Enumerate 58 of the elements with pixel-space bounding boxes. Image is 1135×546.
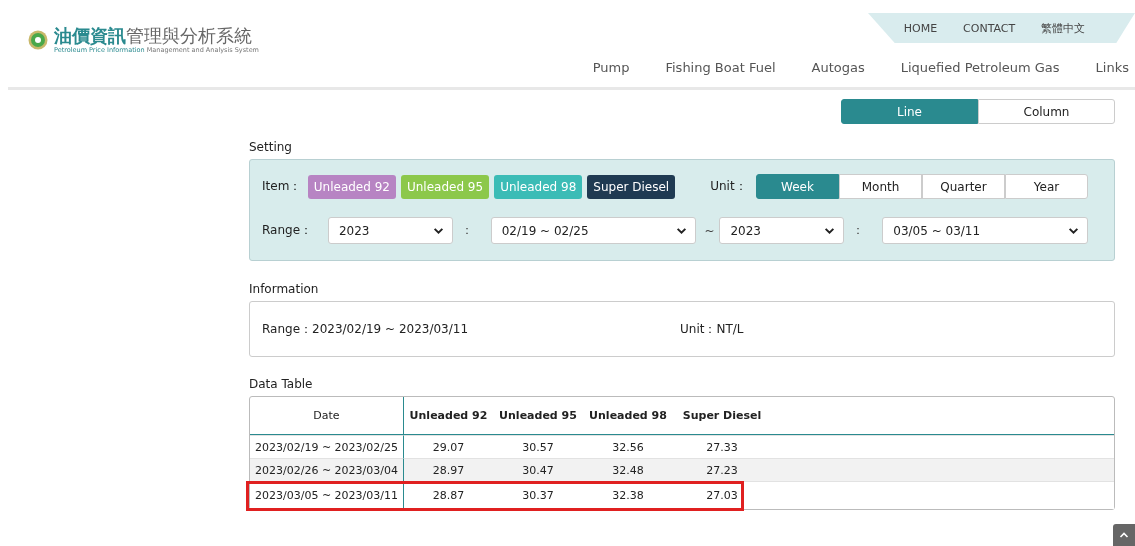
nav-link[interactable]: Liquefied Petroleum Gas [900,60,1060,75]
caret-up-icon [1119,531,1129,539]
unit-tab[interactable]: Week [756,174,839,199]
week-select[interactable]: 03/05 ~ 03/11 [882,217,1088,244]
table-cell: 28.87 [404,481,493,509]
year-select[interactable]: 2023 [719,217,845,244]
table-cell: 2023/03/05 ~ 2023/03/11 [255,489,398,502]
nav-link[interactable]: Links [1095,60,1129,75]
range-text: Range：2023/02/19 ~ 2023/03/11 [262,320,470,338]
column-header: Unleaded 92 [404,397,493,435]
column-header: Unleaded 98 [583,397,673,435]
top-link[interactable]: 繁體中文 [1041,20,1086,36]
nav-link[interactable]: Autogas [811,60,865,75]
field-label: Range： [262,222,314,239]
separator-text: ： [851,222,866,239]
logo-icon [28,30,48,50]
table-cell: 29.07 [404,435,493,458]
section-title: Setting [249,140,293,154]
table-cell: 32.48 [583,458,673,481]
chevron-down-icon [1068,225,1079,236]
table-cell: 27.23 [673,458,771,481]
table-cell: 28.97 [404,458,493,481]
table-cell: 27.03 [673,481,771,509]
table-cell: 30.37 [493,481,583,509]
scroll-top-button[interactable] [1113,524,1135,546]
unit-tab[interactable]: Month [839,174,922,199]
chevron-down-icon [824,225,836,236]
section-title: Information [249,282,320,296]
table-cell: 32.38 [583,481,673,509]
table-cell: 32.56 [583,435,673,458]
table-cell: 2023/02/26 ~ 2023/03/04 [255,463,398,477]
unit-tab[interactable]: Quarter [922,174,1005,199]
table-cell: 30.47 [493,458,583,481]
week-select[interactable]: 02/19 ~ 02/25 [490,217,697,244]
chevron-down-icon [676,225,688,236]
column-header: Unleaded 95 [493,397,583,435]
unit-tab[interactable]: Year [1005,174,1088,199]
chart-type-tab[interactable]: Line [841,99,978,124]
column-header: Super Diesel [673,397,771,435]
item-tag[interactable]: Super Diesel [587,174,676,199]
field-label: Unit： [710,178,748,195]
year-select[interactable]: 2023 [327,217,453,244]
separator-text: ~ [703,223,716,238]
logo-title: 油價資訊管理與分析系統 [54,26,253,46]
table-cell: 27.33 [673,435,771,458]
table-cell: 2023/02/19 ~ 2023/02/25 [255,440,398,454]
chart-type-tab[interactable]: Column [978,99,1115,124]
unit-text: Unit：NT/L [680,320,744,338]
top-link[interactable]: CONTACT [963,21,1016,35]
nav-link[interactable]: Fishing Boat Fuel [665,60,776,75]
separator-text: ： [459,222,474,239]
table-cell: 30.57 [493,435,583,458]
nav-link[interactable]: Pump [592,60,630,75]
top-link[interactable]: HOME [903,21,938,35]
chevron-down-icon [432,225,444,236]
column-header: Date [250,397,404,435]
section-title: Data Table [249,377,314,391]
field-label: Item： [262,178,303,195]
